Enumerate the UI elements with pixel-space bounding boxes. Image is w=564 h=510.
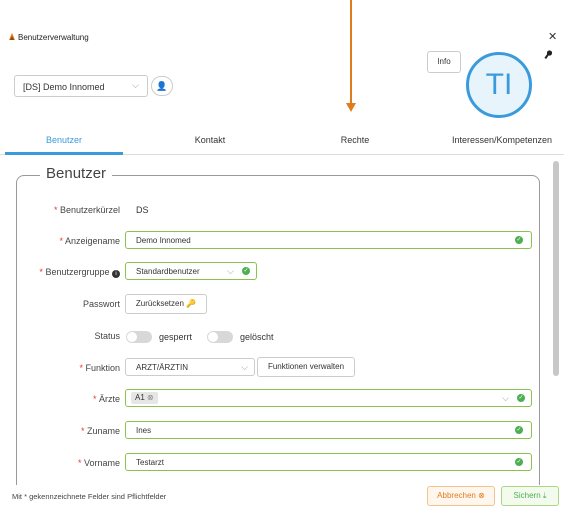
annotation-arrow-line (350, 0, 352, 105)
anzeigename-value: Demo Innomed (136, 236, 191, 245)
tab-interessen-kompetenzen[interactable]: Interessen/Kompetenzen (440, 135, 564, 155)
benutzergruppe-select[interactable]: Standardbenutzer ⌵ ✓ (125, 262, 257, 280)
chevron-down-icon: ⌵ (227, 266, 234, 276)
geloescht-label: gelöscht (240, 332, 274, 342)
app-icon (9, 33, 15, 40)
valid-check-icon: ✓ (515, 458, 523, 466)
cancel-icon: ⊗ (478, 491, 485, 500)
passwort-label: Passwort (82, 299, 120, 309)
valid-check-icon: ✓ (515, 426, 523, 434)
scrollbar[interactable] (553, 161, 559, 376)
add-user-icon: 👤 (156, 81, 168, 91)
funktion-label: * Funktion (79, 363, 120, 373)
funktion-value: ARZT/ÄRZTIN (136, 363, 188, 372)
window-title: Benutzerverwaltung (18, 33, 89, 42)
tab-kontakt[interactable]: Kontakt (150, 135, 270, 155)
tab-rechte[interactable]: Rechte (295, 135, 415, 155)
fieldset-legend: Benutzer (40, 165, 113, 182)
chevron-down-icon: ⌵ (241, 362, 248, 372)
funktion-select[interactable]: ARZT/ÄRZTIN ⌵ (125, 358, 255, 376)
geloescht-toggle[interactable] (207, 331, 233, 343)
kuerzel-value: DS (136, 205, 149, 215)
funktionen-verwalten-button[interactable]: Funktionen verwalten (257, 357, 355, 377)
gruppe-label: * Benutzergruppe i (10, 267, 120, 278)
vorname-input[interactable]: Testarzt ✓ (125, 453, 532, 471)
add-user-button[interactable]: 👤 (151, 76, 173, 96)
gesperrt-toggle[interactable] (126, 331, 152, 343)
anzeigename-input[interactable]: Demo Innomed ✓ (125, 231, 532, 249)
anzeigename-label: * Anzeigename (59, 236, 120, 246)
valid-check-icon: ✓ (242, 267, 250, 275)
save-button[interactable]: Sichern ⤓ (501, 486, 559, 506)
key-icon: 🔑 (186, 299, 197, 308)
key-icon[interactable] (544, 50, 553, 63)
aerzte-multiselect[interactable]: A1 ⊗ ⌵ ✓ (125, 389, 532, 407)
close-icon[interactable]: ✕ (548, 30, 557, 43)
aerzte-label: * Ärzte (92, 394, 120, 404)
kuerzel-label: * Benutzerkürzel (53, 205, 120, 215)
selected-tag: A1 ⊗ (131, 392, 158, 404)
chevron-down-icon: ⌵ (502, 393, 509, 403)
user-select[interactable]: [DS] Demo Innomed ⌵ (14, 75, 148, 97)
info-button[interactable]: Info (427, 51, 461, 73)
zuname-input[interactable]: Ines ✓ (125, 421, 532, 439)
benutzergruppe-value: Standardbenutzer (136, 267, 200, 276)
gesperrt-label: gesperrt (159, 332, 193, 342)
valid-check-icon: ✓ (515, 236, 523, 244)
user-select-value: [DS] Demo Innomed (23, 82, 105, 92)
cancel-button[interactable]: Abbrechen ⊗ (427, 486, 495, 506)
vorname-value: Testarzt (136, 458, 165, 467)
valid-check-icon: ✓ (517, 394, 525, 402)
remove-tag-icon[interactable]: ⊗ (147, 393, 154, 402)
active-tab-indicator (5, 152, 123, 155)
required-fields-note: Mit * gekennzeichnete Felder sind Pflich… (12, 492, 167, 501)
avatar: TI (466, 52, 532, 118)
reset-password-button[interactable]: Zurücksetzen 🔑 (125, 294, 207, 314)
download-icon: ⤓ (542, 491, 547, 500)
annotation-arrow-head (346, 103, 356, 112)
status-label: Status (94, 331, 120, 341)
info-icon[interactable]: i (112, 270, 120, 278)
vorname-label: * Vorname (77, 458, 120, 468)
chevron-down-icon: ⌵ (132, 80, 139, 90)
zuname-value: Ines (136, 426, 152, 435)
zuname-label: * Zuname (80, 426, 120, 436)
